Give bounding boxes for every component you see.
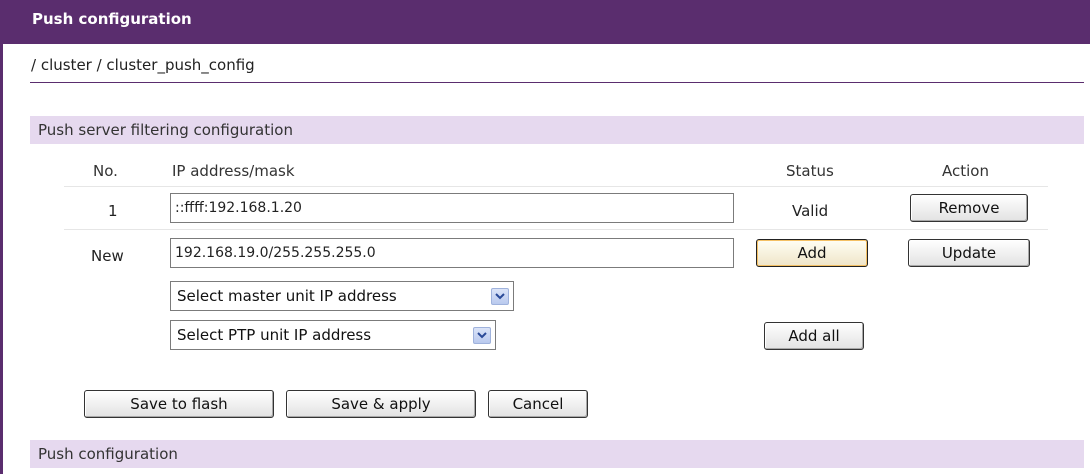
- status-value: Valid: [792, 202, 829, 220]
- cancel-button[interactable]: Cancel: [488, 390, 588, 418]
- column-header-no: No.: [93, 162, 118, 180]
- row-divider: [64, 229, 1048, 230]
- add-button[interactable]: Add: [756, 239, 868, 267]
- section-header-filtering: Push server filtering configuration: [30, 116, 1084, 144]
- page-title: Push configuration: [32, 10, 192, 28]
- update-button[interactable]: Update: [908, 239, 1030, 267]
- section-title-push: Push configuration: [38, 445, 178, 463]
- new-ip-address-field[interactable]: [170, 238, 734, 268]
- save-and-apply-button[interactable]: Save & apply: [286, 390, 476, 418]
- title-bar: Push configuration: [3, 0, 1090, 44]
- section-title-filtering: Push server filtering configuration: [38, 121, 293, 139]
- column-header-ip: IP address/mask: [172, 162, 295, 180]
- chevron-down-icon[interactable]: [491, 288, 509, 305]
- row-number: 1: [108, 202, 118, 220]
- master-unit-ip-select[interactable]: Select master unit IP address: [170, 281, 514, 311]
- remove-button[interactable]: Remove: [910, 194, 1028, 222]
- new-row-label: New: [91, 247, 124, 265]
- breadcrumb: / cluster / cluster_push_config: [30, 46, 1084, 83]
- breadcrumb-path: / cluster / cluster_push_config: [31, 56, 255, 74]
- chevron-down-icon[interactable]: [473, 327, 491, 344]
- ptp-unit-ip-select-value: Select PTP unit IP address: [177, 326, 372, 344]
- ptp-unit-ip-select[interactable]: Select PTP unit IP address: [170, 320, 496, 350]
- section-header-push: Push configuration: [30, 440, 1084, 468]
- column-header-action: Action: [942, 162, 989, 180]
- window-frame-left: [0, 0, 3, 474]
- save-to-flash-button[interactable]: Save to flash: [84, 390, 274, 418]
- column-header-status: Status: [786, 162, 834, 180]
- add-all-button[interactable]: Add all: [764, 322, 864, 350]
- row-divider: [64, 186, 1048, 187]
- ip-address-field[interactable]: [170, 193, 734, 223]
- master-unit-ip-select-value: Select master unit IP address: [177, 287, 397, 305]
